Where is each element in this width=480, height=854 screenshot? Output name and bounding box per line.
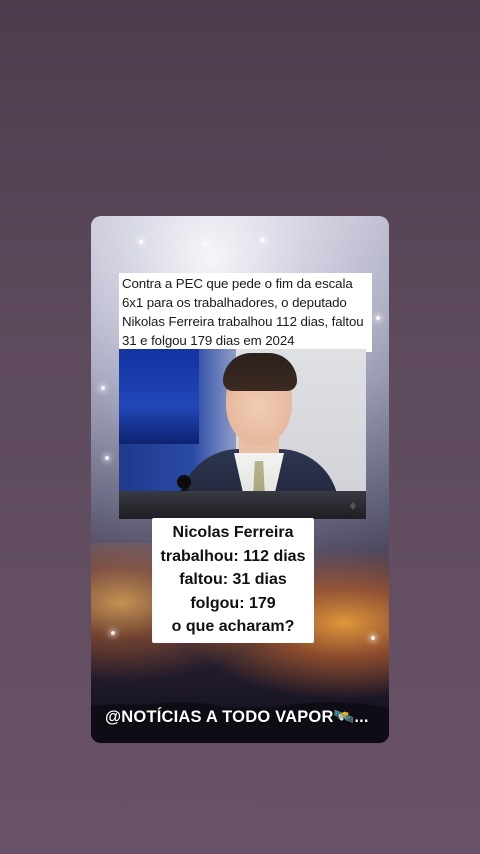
light-dot <box>105 456 109 460</box>
stats-box: Nicolas Ferreira trabalhou: 112 dias fal… <box>152 518 314 643</box>
light-dot <box>371 636 375 640</box>
caption-text: Contra a PEC que pede o fim da escala 6x… <box>122 276 364 348</box>
light-dot <box>261 238 265 242</box>
tweet-caption: Contra a PEC que pede o fim da escala 6x… <box>119 273 372 352</box>
stats-off: folgou: 179 <box>190 594 276 612</box>
camara-logo-icon: ♦ <box>349 497 357 513</box>
light-dot <box>139 240 143 244</box>
photo-desk <box>119 491 366 519</box>
stats-name: Nicolas Ferreira <box>172 524 294 541</box>
stats-question: o que acharam? <box>171 618 295 636</box>
light-dot <box>101 386 105 390</box>
photo-screen <box>119 349 199 444</box>
stats-absent: faltou: 31 dias <box>179 571 287 589</box>
deputy-photo: ♦ <box>119 349 366 519</box>
light-dot <box>376 316 380 320</box>
light-dot <box>111 631 115 635</box>
account-handle[interactable]: @NOTÍCIAS A TODO VAPOR🛰️... <box>105 708 369 727</box>
story-card[interactable]: Contra a PEC que pede o fim da escala 6x… <box>91 216 389 743</box>
photo-hair <box>223 353 297 391</box>
light-dot <box>203 242 207 246</box>
microphone-head <box>177 475 191 489</box>
crowd-silhouette <box>91 653 389 743</box>
stats-worked: trabalhou: 112 dias <box>160 547 306 565</box>
